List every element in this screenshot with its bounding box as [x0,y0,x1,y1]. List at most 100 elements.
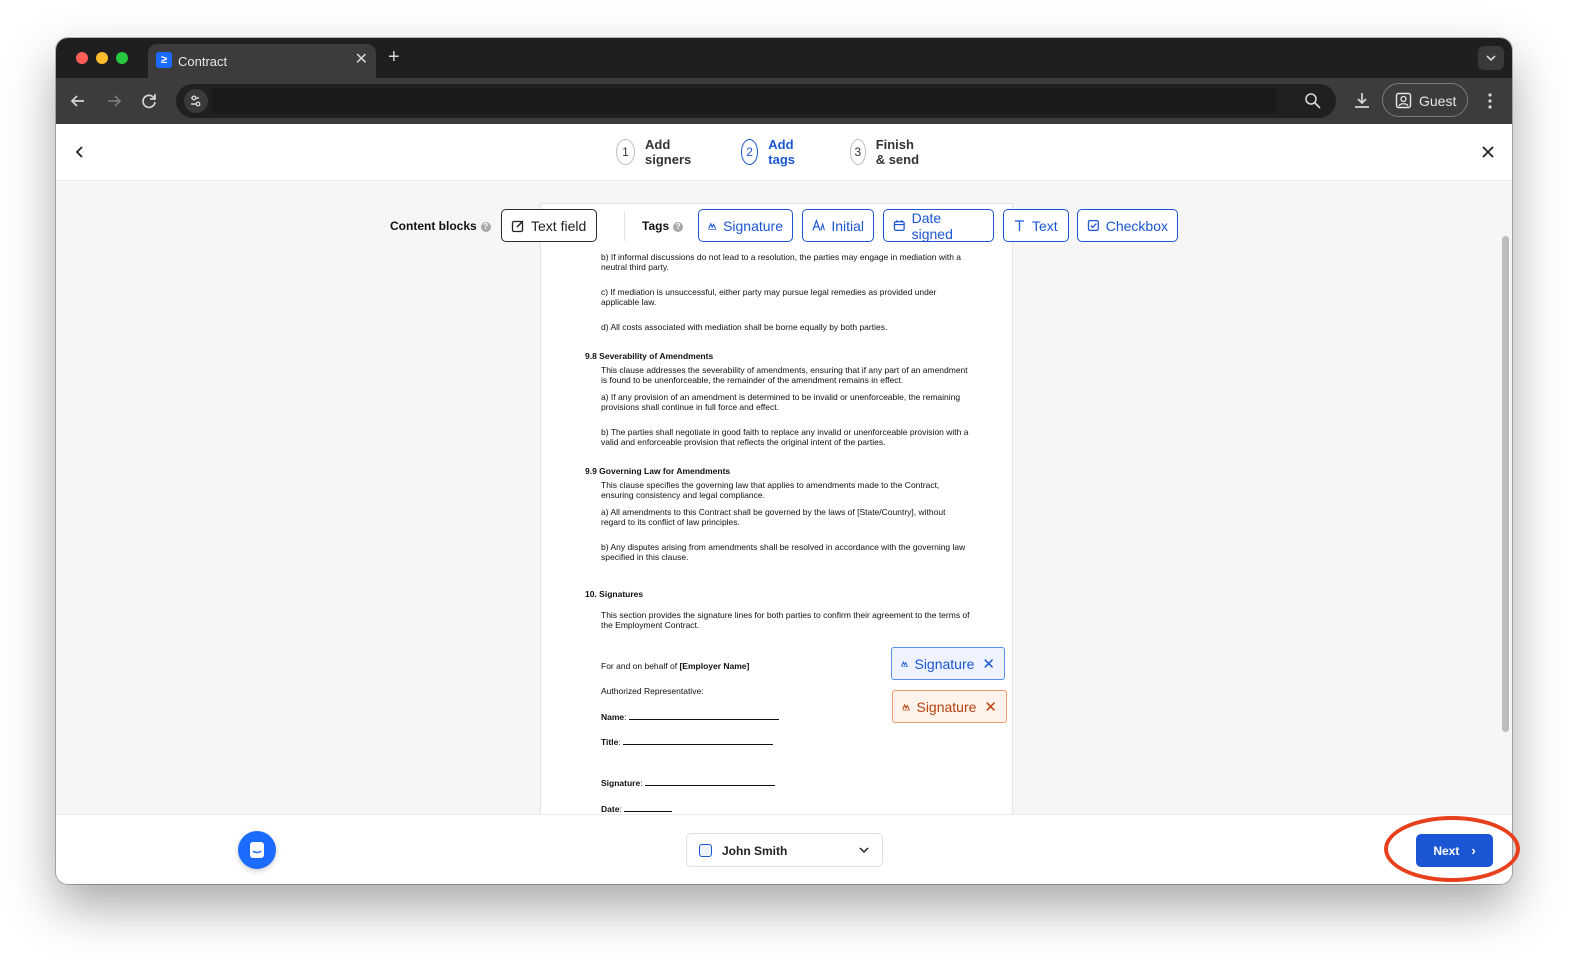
profile-label: Guest [1419,93,1457,109]
chat-support-button[interactable] [238,831,276,869]
tab-close-icon[interactable]: ✕ [355,51,368,69]
profile-icon [1395,92,1412,109]
step-finish-send[interactable]: 3 Finish & send [850,137,924,167]
step-label: Add tags [768,137,796,167]
address-bar[interactable] [176,84,1336,118]
page-scrollbar[interactable] [1498,181,1512,814]
text-tag-label: Text [1032,217,1058,234]
step-add-signers[interactable]: 1 Add signers [616,137,698,167]
placed-tag-label: Signature [916,698,977,715]
placed-signature-tag-signer-1[interactable]: Signature ✕ [891,647,1005,680]
date-signed-tag-button[interactable]: Date signed [883,209,994,242]
step-number: 1 [616,139,635,165]
signer-name: John Smith [722,844,788,858]
site-settings-icon[interactable] [184,89,208,113]
step-add-tags[interactable]: 2 Add tags [741,137,804,167]
tags-text: Tags [642,219,670,233]
employer-name-placeholder: [Employer Name] [679,661,750,671]
step-label: Add signers [645,137,692,167]
browser-window: ≥ Contract ✕ + Guest 1 Add signers 2 Add… [56,38,1512,884]
signature-tag-button[interactable]: Signature [698,209,793,242]
checkbox-tag-button[interactable]: Checkbox [1077,209,1178,242]
close-icon[interactable] [1478,142,1498,162]
new-tab-button[interactable]: + [388,46,400,68]
signer-color-swatch [699,844,712,857]
content-blocks-text: Content blocks [390,219,477,233]
back-arrow-icon[interactable] [66,89,90,113]
text-field-label: Text field [531,217,587,234]
help-icon[interactable]: ? [673,221,684,232]
content-blocks-label: Content blocks? [390,219,491,233]
signer-select[interactable]: John Smith [686,833,883,867]
name-label: Name [601,712,625,722]
wizard-footer: John Smith Next › [56,814,1512,884]
signature-line: Signature: [601,778,775,788]
doc-paragraph: d) All costs associated with mediation s… [601,322,888,332]
signature-underline [644,778,775,786]
step-number: 2 [741,139,759,165]
doc-paragraph: c) If mediation is unsuccessful, either … [601,287,937,307]
step-label: Finish & send [875,137,920,167]
doc-heading: 10. Signatures [585,589,644,599]
authorized-line: Authorized Representative: [601,686,704,696]
doc-paragraph: b) The parties shall negotiate in good f… [601,427,969,447]
doc-heading: 9.9 Governing Law for Amendments [585,466,731,476]
step-number: 3 [850,139,866,165]
back-chevron-icon[interactable] [70,140,90,164]
date-label: Date [601,804,620,814]
date-line: Date: [601,804,673,814]
tags-label: Tags? [642,219,684,233]
doc-paragraph: b) If informal discussions do not lead t… [601,252,962,272]
tab-title: Contract [178,54,228,69]
tab-strip: ≥ Contract ✕ + [56,38,1512,78]
doc-paragraph: a) If any provision of an amendment is d… [601,392,961,412]
placed-signature-tag-signer-2[interactable]: Signature ✕ [892,690,1007,723]
signature-label: Signature [601,778,641,788]
url-field[interactable] [212,88,1276,114]
remove-tag-icon[interactable]: ✕ [982,655,995,673]
more-menu-icon[interactable] [1478,89,1502,113]
help-icon[interactable]: ? [480,221,491,232]
doc-paragraph: a) All amendments to this Contract shall… [601,507,946,527]
date-signed-tag-label: Date signed [911,209,953,242]
title-line: Title: [601,737,774,747]
initial-tag-button[interactable]: Initial [802,209,874,242]
behalf-prefix: For and on behalf of [601,661,680,671]
zoom-icon[interactable] [1301,89,1325,113]
doc-paragraph: This section provides the signature line… [601,610,970,630]
behalf-line: For and on behalf of [Employer Name] [601,661,749,671]
maximize-window-button[interactable] [116,52,128,64]
chevron-down-icon [1486,55,1496,62]
doc-paragraph: b) Any disputes arising from amendments … [601,542,966,562]
signature-tag-label: Signature [723,217,783,234]
title-underline [623,737,774,745]
wizard-header: 1 Add signers 2 Add tags 3 Finish & send [56,124,1512,181]
text-tag-button[interactable]: Text [1003,209,1069,242]
name-underline [628,712,779,720]
reload-icon[interactable] [137,89,161,113]
document-canvas: b) If informal discussions do not lead t… [56,181,1512,814]
browser-toolbar: Guest [56,78,1512,124]
text-field-button[interactable]: Text field [501,209,597,242]
placed-tag-label: Signature [914,655,975,672]
chat-icon [250,842,264,858]
signature-icon [902,703,910,711]
tab-search-button[interactable] [1478,46,1504,70]
remove-tag-icon[interactable]: ✕ [984,698,997,716]
scrollbar-thumb[interactable] [1502,236,1509,732]
doc-heading: 9.8 Severability of Amendments [585,351,714,361]
name-line: Name: [601,712,779,722]
browser-tab[interactable]: ≥ Contract ✕ [148,44,376,78]
tag-toolbar: Content blocks? Text field Tags? Signatu… [56,209,1498,243]
divider [624,211,625,241]
title-label: Title [601,737,619,747]
forward-arrow-icon[interactable] [102,89,126,113]
checkbox-icon [1087,219,1099,232]
download-icon[interactable] [1350,89,1374,113]
doc-paragraph: This clause specifies the governing law … [601,480,940,500]
signature-icon [901,660,908,667]
close-window-button[interactable] [76,52,88,64]
checkbox-tag-label: Checkbox [1105,217,1168,234]
minimize-window-button[interactable] [96,52,108,64]
profile-button[interactable]: Guest [1382,83,1468,117]
